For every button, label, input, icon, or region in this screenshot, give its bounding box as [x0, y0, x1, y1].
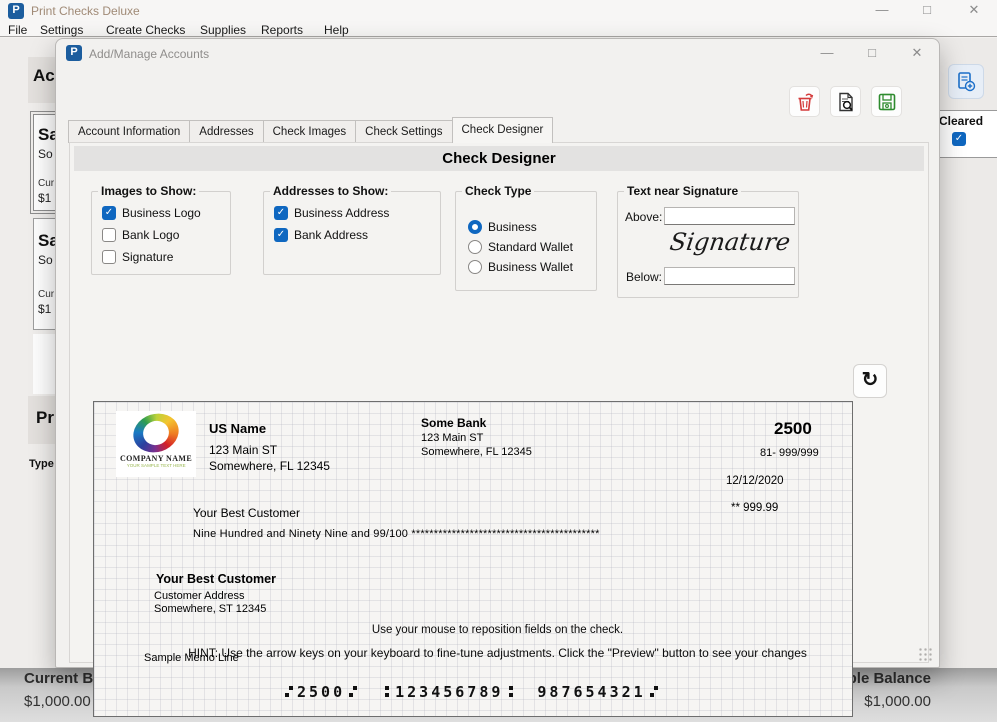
check-date[interactable]: 12/12/2020 [726, 475, 784, 487]
dialog-maximize-icon[interactable]: □ [856, 45, 888, 60]
tab-check-settings[interactable]: Check Settings [355, 120, 451, 143]
bank-name[interactable]: Some Bank [421, 416, 486, 430]
refresh-icon: ↻ [862, 369, 879, 391]
checkbox-business-address[interactable]: Business Address [274, 206, 389, 220]
type-label: Type [29, 458, 54, 470]
app-icon: P [8, 3, 24, 19]
floppy-save-icon [876, 91, 898, 113]
below-input[interactable] [664, 267, 795, 285]
menu-create-checks[interactable]: Create Checks [106, 23, 185, 37]
screen: P Print Checks Deluxe — □ ✕ File Setting… [0, 0, 997, 722]
dialog-title: Add/Manage Accounts [89, 47, 209, 61]
add-manage-accounts-dialog: P Add/Manage Accounts — □ ✕ [55, 38, 940, 668]
checkbox-icon [274, 206, 288, 220]
menu-settings[interactable]: Settings [40, 23, 83, 37]
refresh-button[interactable]: ↻ [853, 364, 887, 398]
hint-line2: HINT: Use the arrow keys on your keyboar… [56, 646, 939, 660]
tab-check-designer[interactable]: Check Designer [452, 117, 554, 143]
micr-transit-icon [383, 686, 391, 697]
menu-supplies[interactable]: Supplies [200, 23, 246, 37]
images-to-show-group: Images to Show: Business Logo Bank Logo … [91, 191, 231, 275]
window-title: Print Checks Deluxe [31, 4, 140, 18]
micr-line[interactable]: 2500123456789987654321 [281, 683, 662, 701]
menu-help[interactable]: Help [324, 23, 349, 37]
maximize-icon[interactable]: □ [912, 2, 942, 17]
cleared-label: Cleared [939, 114, 997, 128]
payer-address2[interactable]: Somewhere, FL 12345 [209, 459, 330, 473]
check-type-group: Check Type Business Standard Wallet Busi… [455, 191, 597, 291]
checkbox-icon [102, 228, 116, 242]
check-preview[interactable]: COMPANY NAME YOUR SAMPLE TEXT HERE US Na… [93, 401, 853, 717]
micr-onus-icon [650, 686, 658, 697]
document-add-icon [955, 71, 977, 93]
dialog-tabs: Account Information Addresses Check Imag… [68, 118, 553, 143]
menubar: File Settings Create Checks Supplies Rep… [0, 22, 997, 37]
check-designer-page: Check Designer Images to Show: Business … [69, 142, 929, 663]
cleared-panel: Cleared [937, 110, 997, 158]
recipient-name[interactable]: Your Best Customer [156, 572, 276, 586]
menu-reports[interactable]: Reports [261, 23, 303, 37]
hint-line1: Use your mouse to reposition fields on t… [56, 624, 939, 636]
save-button[interactable] [871, 86, 902, 117]
preview-button[interactable] [830, 86, 861, 117]
logo-company-name: COMPANY NAME [120, 454, 192, 463]
accounts-panel: Acc Sa So Cur $1 Sa So Cur $1 Pri Type [0, 38, 60, 668]
payer-name[interactable]: US Name [209, 421, 266, 436]
checkbox-signature[interactable]: Signature [102, 250, 173, 264]
main-titlebar: P Print Checks Deluxe — □ ✕ [0, 0, 997, 22]
dialog-titlebar[interactable]: P Add/Manage Accounts — □ ✕ [56, 39, 939, 69]
above-label: Above: [625, 210, 662, 224]
checkbox-business-logo[interactable]: Business Logo [102, 206, 201, 220]
payee-line[interactable]: Your Best Customer [193, 506, 300, 520]
tab-addresses[interactable]: Addresses [189, 120, 262, 143]
checkbox-icon [102, 250, 116, 264]
close-icon[interactable]: ✕ [959, 2, 989, 18]
right-panel: Cleared [935, 38, 997, 668]
radio-icon [468, 220, 482, 234]
logo-tagline: YOUR SAMPLE TEXT HERE [127, 464, 186, 469]
business-logo[interactable]: COMPANY NAME YOUR SAMPLE TEXT HERE [116, 411, 196, 477]
delete-account-button[interactable] [789, 86, 820, 117]
above-input[interactable] [664, 207, 795, 225]
recipient-address1[interactable]: Customer Address [154, 590, 244, 602]
checkbox-icon [102, 206, 116, 220]
recipient-address2[interactable]: Somewhere, ST 12345 [154, 603, 266, 615]
fraction-code[interactable]: 81- 999/999 [760, 447, 819, 459]
micr-onus-icon [349, 686, 357, 697]
below-label: Below: [626, 270, 662, 284]
checkbox-icon [274, 228, 288, 242]
radio-business-wallet[interactable]: Business Wallet [468, 260, 573, 274]
dialog-minimize-icon[interactable]: — [811, 45, 843, 60]
minimize-icon[interactable]: — [867, 2, 897, 17]
cleared-checkbox[interactable] [952, 132, 966, 146]
signature-preview: Signature [668, 228, 792, 256]
trash-icon [794, 91, 816, 113]
radio-business[interactable]: Business [468, 220, 537, 234]
resize-grip[interactable] [919, 648, 933, 662]
document-preview-icon [835, 91, 857, 113]
tab-account-information[interactable]: Account Information [68, 120, 189, 143]
checkbox-bank-address[interactable]: Bank Address [274, 228, 368, 242]
radio-icon [468, 240, 482, 254]
bank-address1[interactable]: 123 Main ST [421, 432, 483, 444]
bank-address2[interactable]: Somewhere, FL 12345 [421, 446, 532, 458]
checkbox-bank-logo[interactable]: Bank Logo [102, 228, 179, 242]
page-title: Check Designer [74, 146, 924, 171]
text-near-signature-group: Text near Signature Above: Signature Bel… [617, 191, 799, 298]
check-number[interactable]: 2500 [774, 419, 812, 439]
menu-file[interactable]: File [8, 23, 27, 37]
dialog-icon: P [66, 45, 82, 61]
dialog-close-icon[interactable]: ✕ [901, 45, 933, 61]
payer-address1[interactable]: 123 Main ST [209, 443, 277, 457]
addresses-to-show-group: Addresses to Show: Business Address Bank… [263, 191, 441, 275]
radio-icon [468, 260, 482, 274]
radio-standard-wallet[interactable]: Standard Wallet [468, 240, 573, 254]
tab-check-images[interactable]: Check Images [263, 120, 356, 143]
amount-words[interactable]: Nine Hundred and Ninety Nine and 99/100 … [193, 528, 600, 540]
check-amount[interactable]: ** 999.99 [731, 502, 778, 514]
logo-swirl-icon [128, 408, 183, 458]
micr-onus-icon [285, 686, 293, 697]
new-check-button[interactable] [948, 64, 984, 99]
micr-transit-icon [507, 686, 515, 697]
